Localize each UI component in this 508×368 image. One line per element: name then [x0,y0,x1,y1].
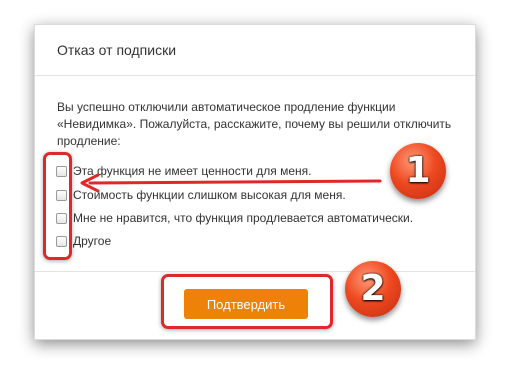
step-1-badge: 1 [390,143,446,199]
step-2-badge: 2 [345,261,401,317]
